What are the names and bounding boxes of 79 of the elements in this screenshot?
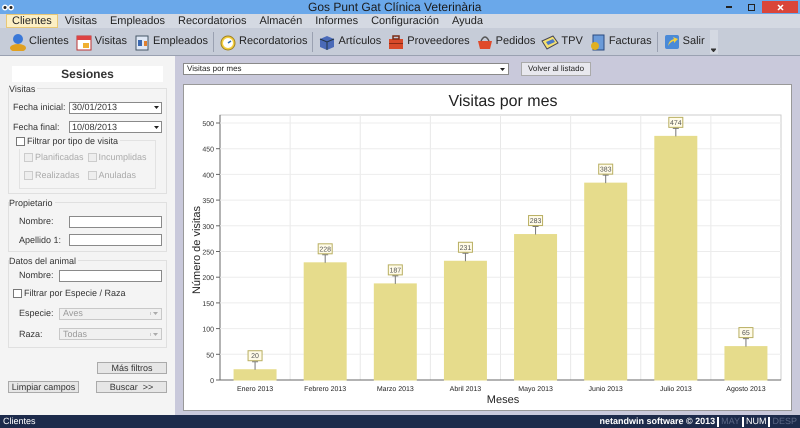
checkbox-label: Realizadas [35,168,80,182]
checkbox-label: Filtrar por Especie / Raza [24,286,126,300]
x-axis-title: Meses [486,394,520,406]
text-field[interactable] [69,234,162,246]
toolbar-button[interactable]: Artículos [315,30,384,54]
field-label: Apellido 1: [18,234,62,247]
group-legend: Propietario [9,197,55,210]
close-button[interactable] [762,1,798,13]
error-bar [462,252,469,262]
status-indicator: NUM [746,414,766,428]
menu-item[interactable]: Almacén [253,14,308,28]
panel-title: Sesiones [12,66,163,82]
clear-fields-button[interactable]: Limpiar campos [8,381,79,393]
toolbar-button[interactable]: TPV [538,30,586,54]
error-bar [322,254,329,264]
briefcase-icon [387,32,406,50]
menu-item[interactable]: Empleados [104,14,171,28]
caret-icon [711,48,716,52]
checkbox[interactable] [16,137,25,146]
menu-item[interactable]: Informes [309,14,364,28]
menu-item[interactable]: Clientes [6,14,58,28]
toolbar-button[interactable]: Empleados [130,30,211,54]
caret-icon [154,126,159,129]
toolbar-button[interactable]: Salir [660,30,708,54]
status-text: Clientes [3,414,36,428]
menu-item[interactable]: Ayuda [446,14,489,28]
calendar-icon [74,32,93,50]
person-icon [9,32,27,50]
toolbar-button[interactable]: Clientes [6,30,72,54]
date-picker[interactable]: 30/01/2013 [69,102,162,114]
search-button[interactable]: Buscar >> [96,381,167,393]
caret-icon [150,312,158,316]
menu-item[interactable]: Recordatorios [172,14,252,28]
toolbar-button[interactable]: Proveedores [384,30,473,54]
checkbox-label: Planificadas [35,151,84,164]
field-label: Nombre: [18,269,55,282]
error-bar [252,361,259,370]
toolbar-button[interactable]: Facturas [586,30,655,54]
error-bar [672,128,680,137]
field-label: Especie: [18,307,55,320]
back-to-list-button[interactable]: Volver al listado [521,62,592,76]
toolbar-overflow-button[interactable] [710,30,718,54]
error-bar [392,275,399,284]
checkbox-label: Anuladas [98,168,136,182]
toolbar-button[interactable]: Visitas [72,30,130,54]
app-icon [2,2,14,12]
more-filters-button[interactable]: Más filtros [97,362,167,374]
field-label: Fecha inicial: [13,101,67,114]
checkbox-label: Filtrar por tipo de visita [27,135,118,148]
error-bar [742,338,750,348]
status-indicator: DESP [772,414,797,428]
error-bar [602,174,610,184]
toolbar-button[interactable]: Recordatorios [216,30,310,54]
caret-icon [500,68,505,70]
checkbox[interactable] [13,288,22,298]
alarm-clock-icon [219,32,237,50]
field-label: Raza: [18,328,44,340]
text-field[interactable] [59,270,162,282]
cash-register-icon [541,32,560,50]
checkbox-label: Incumplidas [98,151,147,164]
status-indicator: MAY [721,414,740,428]
text-field[interactable] [69,216,162,228]
error-bar [532,226,540,236]
field-label: Fecha final: [13,120,61,134]
caret-icon [150,332,158,336]
invoice-icon [588,32,607,50]
toolbar-button[interactable]: Pedidos [472,30,538,54]
field-label: Nombre: [18,215,55,228]
window-title: Gos Punt Gat Clínica Veterinària [308,0,482,14]
chart-title: Visitas por mes [448,93,558,110]
copyright-text: netandwin software © 2013 [599,414,716,428]
date-picker[interactable]: 10/08/2013 [69,121,162,134]
caret-icon [154,106,159,110]
menu-item[interactable]: Visitas [58,14,103,28]
id-badge-icon [132,32,151,50]
close-icon [776,4,784,10]
y-axis-title: Número de visitas [191,206,203,294]
menu-item[interactable]: Configuración [365,14,445,28]
report-dropdown[interactable]: Visitas por mes [183,63,509,75]
